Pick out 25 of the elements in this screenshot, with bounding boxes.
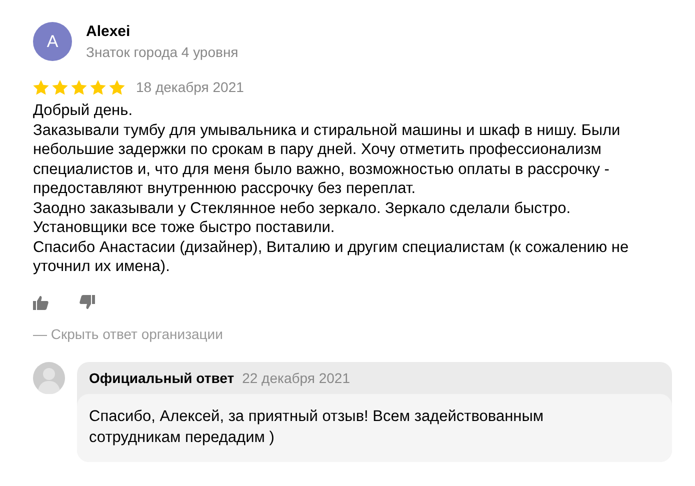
author-level-label: Знаток города 4 уровня	[86, 44, 238, 60]
review-text-line: специалистов и, что для меня было важно, возможностью оплаты в рассрочку -	[33, 160, 610, 179]
reply-date: 22 декабря 2021	[242, 370, 350, 386]
review-text-line: Спасибо Анастасии (дизайнер), Виталию и другим специалистам (к сожалению не	[33, 238, 630, 257]
review-text-line: небольшие задержки по срокам в пару дней. Хочу отметить профессионализм	[33, 140, 602, 160]
star-icon	[33, 80, 49, 94]
review-text-line: уточнил их имена).	[33, 257, 171, 276]
review-text-line: Установщики все тоже быстро поставили.	[33, 218, 336, 238]
reply-text: Спасибо, Алексей, за приятный отзыв! Всем задействованным сотрудникам передадим )	[89, 406, 545, 448]
author-name: Alexei	[86, 23, 132, 40]
star-icon	[52, 80, 68, 94]
thumbs-up-icon[interactable]	[33, 294, 49, 310]
review-date: 18 декабря 2021	[136, 79, 244, 95]
star-icon	[109, 80, 125, 94]
review-text-line: Заодно заказывали у Стеклянное небо зеркало. Зеркало сделали быстро.	[33, 198, 572, 218]
user-avatar-icon	[33, 362, 65, 394]
star-icon	[90, 80, 106, 94]
reply-title: Официальный ответ	[89, 370, 234, 386]
review-text-line: Заказывали тумбу для умывальника и стиральной машины и шкаф в нишу. Были	[33, 120, 622, 140]
review-text-line: Добрый день.	[33, 101, 134, 120]
hide-reply-link[interactable]: — Скрыть ответ организации	[33, 326, 223, 342]
review-text-line: предоставляют внутреннюю рассрочку без переплат.	[33, 179, 417, 198]
user-avatar: A	[33, 22, 72, 61]
thumbs-down-icon[interactable]	[79, 294, 95, 310]
star-icon	[71, 80, 87, 94]
